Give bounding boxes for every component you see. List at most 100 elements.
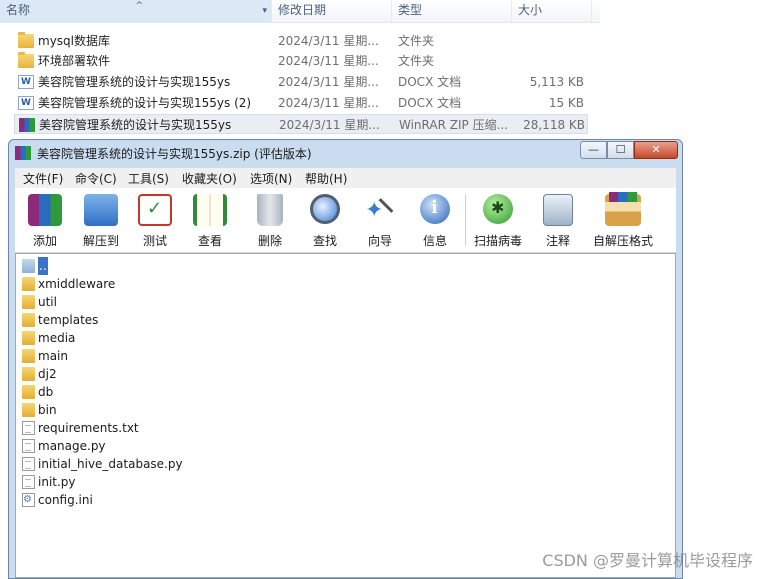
wizard-button[interactable]: ✦ 向导 (352, 192, 408, 250)
view-icon (193, 194, 227, 226)
file-date: 2024/3/11 星期... (279, 118, 380, 132)
winrar-archive-icon (19, 118, 35, 132)
find-label: 查找 (312, 234, 337, 248)
file-row[interactable]: mysql数据库 2024/3/11 星期... 文件夹 (14, 31, 588, 51)
minimize-button[interactable]: — (580, 141, 607, 159)
menu-help[interactable]: 帮助(H) (305, 170, 347, 187)
list-item-label: xmiddleware (38, 277, 116, 291)
file-type: 文件夹 (398, 54, 435, 68)
column-header-type[interactable]: 类型 (392, 0, 512, 22)
explorer-file-list: 名称 ▾ ^ 修改日期 类型 大小 mysql数据库 2024/3/11 星期.… (0, 0, 769, 140)
file-name: 环境部署软件 (38, 54, 111, 68)
window-controls: — ☐ ✕ (580, 141, 678, 160)
info-button[interactable]: i 信息 (407, 192, 463, 250)
find-icon (310, 194, 340, 224)
folder-icon (22, 385, 35, 399)
folder-icon (18, 32, 34, 48)
add-button[interactable]: 添加 (17, 192, 73, 250)
comment-label: 注释 (545, 234, 570, 248)
file-type: DOCX 文档 (398, 96, 462, 110)
list-item-label: manage.py (38, 439, 106, 453)
file-name: 美容院管理系统的设计与实现155ys (39, 118, 232, 132)
delete-icon (257, 194, 283, 226)
column-header-size[interactable]: 大小 (512, 0, 592, 22)
file-row[interactable]: 美容院管理系统的设计与实现155ys (2) 2024/3/11 星期... D… (14, 93, 588, 113)
file-date: 2024/3/11 星期... (278, 75, 379, 89)
list-item-label: main (38, 349, 68, 363)
column-header-date[interactable]: 修改日期 (272, 0, 392, 22)
file-name: 美容院管理系统的设计与实现155ys (38, 75, 231, 89)
file-row-selected[interactable]: 美容院管理系统的设计与实现155ys 2024/3/11 星期... WinRA… (14, 114, 588, 134)
sfx-icon (605, 192, 641, 226)
test-icon: ✓ (138, 194, 172, 226)
test-label: 测试 (142, 234, 167, 248)
menu-favorites[interactable]: 收藏夹(O) (182, 170, 237, 187)
file-type: DOCX 文档 (398, 75, 462, 89)
wizard-label: 向导 (367, 234, 392, 248)
title-bar[interactable]: 美容院管理系统的设计与实现155ys.zip (评估版本) — ☐ ✕ (9, 140, 682, 166)
menu-options[interactable]: 选项(N) (250, 170, 292, 187)
toolbar-divider (465, 194, 466, 246)
maximize-button[interactable]: ☐ (607, 141, 634, 159)
delete-button[interactable]: 删除 (242, 192, 298, 250)
column-header-bar: 名称 ▾ ^ 修改日期 类型 大小 (0, 0, 600, 23)
archive-file-list[interactable]: .. xmiddleware util templates media main… (15, 253, 676, 578)
list-item-label: bin (38, 403, 57, 417)
file-row[interactable]: 美容院管理系统的设计与实现155ys 2024/3/11 星期... DOCX … (14, 72, 588, 92)
comment-button[interactable]: 注释 (530, 192, 586, 250)
watermark: CSDN @罗曼计算机毕设程序 (542, 551, 753, 570)
settings-file-icon (22, 491, 35, 509)
folder-icon (22, 367, 35, 381)
virus-scan-label: 扫描病毒 (473, 234, 522, 248)
file-size: 15 KB (548, 96, 584, 110)
file-type: 文件夹 (398, 34, 435, 48)
sfx-button[interactable]: 自解压格式 (587, 192, 659, 250)
folder-icon (22, 403, 35, 417)
file-icon (22, 439, 35, 453)
virus-scan-button[interactable]: ✱ 扫描病毒 (467, 192, 529, 250)
file-row[interactable]: 环境部署软件 2024/3/11 星期... 文件夹 (14, 51, 588, 71)
menu-file[interactable]: 文件(F) (23, 170, 63, 187)
view-button[interactable]: 查看 (182, 192, 238, 250)
winrar-app-icon[interactable] (15, 146, 31, 160)
menu-commands[interactable]: 命令(C) (75, 170, 117, 187)
file-icon (22, 457, 35, 471)
comment-icon (543, 194, 573, 226)
chevron-down-icon[interactable]: ▾ (262, 1, 267, 21)
file-name: mysql数据库 (38, 34, 110, 48)
column-header-name[interactable]: 名称 ▾ ^ (0, 0, 272, 22)
close-button[interactable]: ✕ (634, 141, 678, 159)
list-item-label: init.py (38, 475, 76, 489)
wizard-icon: ✦ (363, 194, 397, 226)
find-button[interactable]: 查找 (297, 192, 353, 250)
file-date: 2024/3/11 星期... (278, 34, 379, 48)
file-icon (22, 475, 35, 489)
column-name-label: 名称 (6, 3, 31, 17)
parent-folder-icon (22, 259, 35, 273)
extract-icon (84, 194, 118, 226)
list-item-label: requirements.txt (38, 421, 139, 435)
virus-scan-icon: ✱ (483, 194, 513, 224)
text-file-icon (22, 421, 35, 435)
column-date-label: 修改日期 (278, 3, 327, 17)
add-label: 添加 (32, 234, 57, 248)
list-item-label: util (38, 295, 57, 309)
info-label: 信息 (422, 234, 447, 248)
column-size-label: 大小 (518, 3, 543, 17)
sfx-label: 自解压格式 (592, 234, 653, 248)
menu-tools[interactable]: 工具(S) (128, 170, 169, 187)
file-size: 28,118 KB (523, 118, 585, 132)
view-label: 查看 (197, 234, 222, 248)
toolbar: 添加 解压到 ✓ 测试 查看 删除 查找 ✦ 向导 i 信息 ✱ 扫描病毒 注释… (15, 188, 676, 253)
folder-icon (22, 277, 35, 291)
file-date: 2024/3/11 星期... (278, 54, 379, 68)
extract-button[interactable]: 解压到 (73, 192, 129, 250)
file-date: 2024/3/11 星期... (278, 96, 379, 110)
file-size: 5,113 KB (529, 75, 584, 89)
add-icon (28, 194, 62, 226)
list-item-label: templates (38, 313, 99, 327)
test-button[interactable]: ✓ 测试 (127, 192, 183, 250)
folder-icon (22, 295, 35, 309)
list-item-label: media (38, 331, 76, 345)
folder-icon (18, 52, 34, 68)
